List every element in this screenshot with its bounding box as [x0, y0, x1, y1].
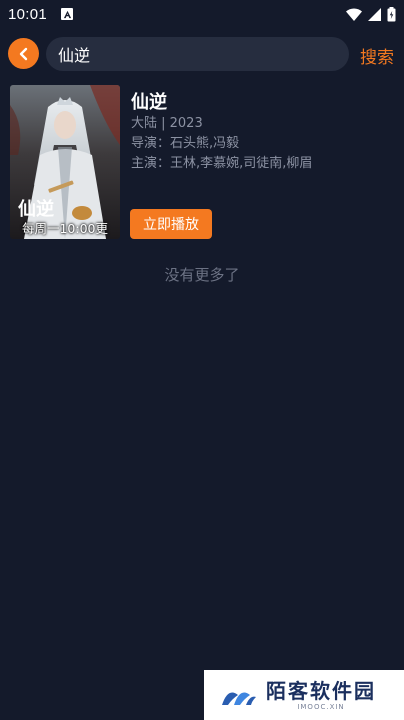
poster-image[interactable]: 仙逆 每周一10:00更 — [10, 85, 120, 239]
status-icons — [346, 6, 396, 22]
result-info: 仙逆 大陆 | 2023 导演：石头熊,冯毅 主演：王林,李慕婉,司徒南,柳眉 — [131, 85, 391, 174]
watermark-title: 陌客软件园 — [266, 678, 376, 703]
poster-caption: 每周一10:00更 — [21, 221, 109, 236]
result-director: 导演：石头熊,冯毅 — [131, 136, 240, 151]
notification-a-icon — [61, 8, 74, 20]
result-cast: 主演：王林,李慕婉,司徒南,柳眉 — [131, 156, 313, 171]
back-button[interactable] — [8, 38, 39, 69]
search-button[interactable]: 搜索 — [360, 43, 394, 68]
wifi-icon — [346, 7, 362, 21]
status-time: 10:01 — [8, 5, 48, 23]
play-now-button[interactable]: 立即播放 — [130, 209, 212, 239]
battery-icon — [387, 6, 396, 21]
poster-logo-text: 仙逆 — [18, 198, 54, 220]
result-title[interactable]: 仙逆 — [131, 88, 391, 114]
status-bar: 10:01 — [0, 0, 404, 28]
watermark-subtitle: IMOOC.XIN — [297, 702, 345, 711]
chevron-left-icon — [19, 47, 27, 60]
search-input[interactable] — [58, 44, 328, 64]
result-item[interactable]: 仙逆 每周一10:00更 仙逆 大陆 | 2023 导演：石头熊,冯毅 主演：王… — [10, 85, 394, 241]
watermark-logo-icon — [222, 692, 256, 705]
result-region-year: 大陆 | 2023 — [131, 116, 203, 131]
watermark: 陌客软件园 IMOOC.XIN — [204, 670, 404, 720]
no-more-text: 没有更多了 — [164, 266, 240, 284]
search-box[interactable] — [46, 37, 349, 71]
signal-icon — [368, 7, 381, 21]
search-header: 搜索 — [0, 36, 404, 74]
poster-art: 仙逆 — [10, 85, 120, 239]
